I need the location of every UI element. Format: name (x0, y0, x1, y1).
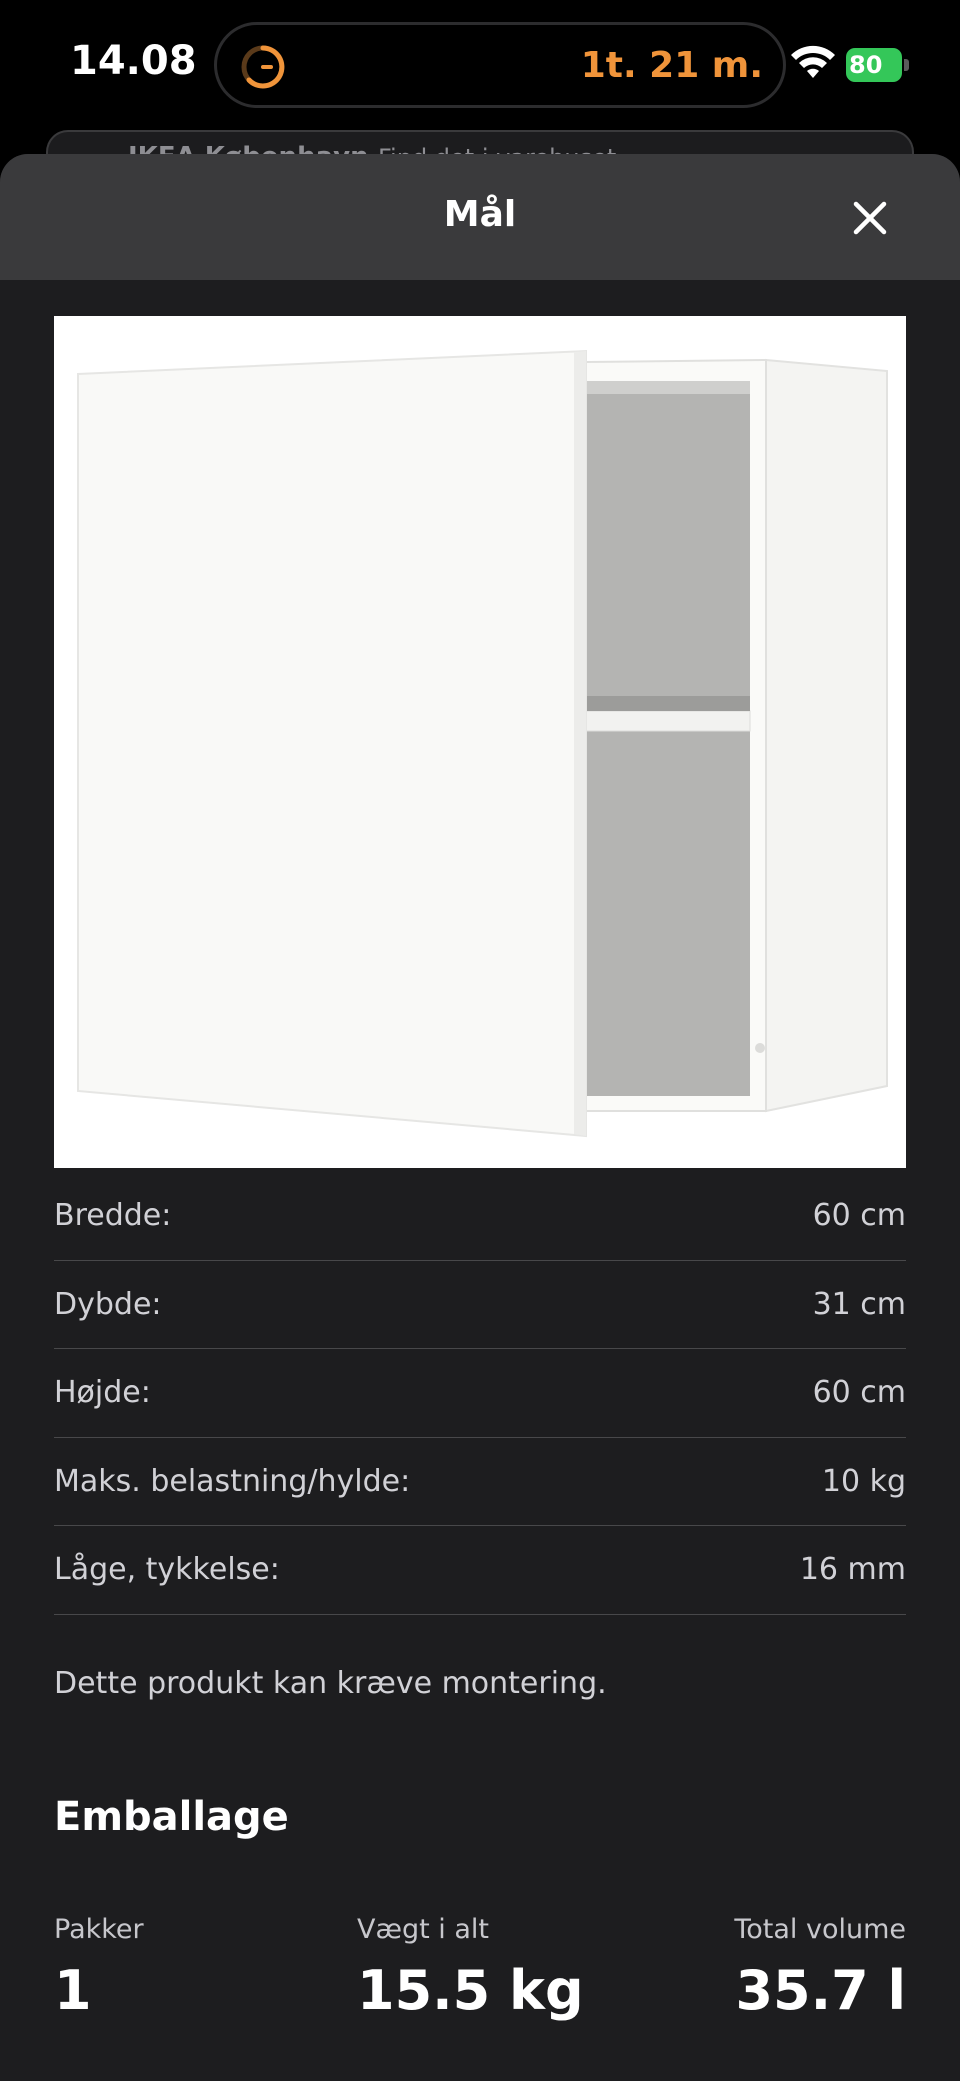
dimension-label: Maks. belastning/hylde: (54, 1463, 411, 1499)
packages-stat: Pakker 1 (54, 1914, 144, 2022)
cabinet-illustration (77, 349, 888, 1138)
weight-label: Vægt i alt (357, 1914, 490, 1945)
dimension-value: 60 cm (812, 1198, 906, 1233)
dimension-label: Højde: (54, 1375, 151, 1411)
status-time: 14.08 (70, 38, 197, 84)
weight-stat: Vægt i alt 15.5 kg (357, 1914, 584, 2022)
dimensions-sheet: Mål Bredde: 60 cm Dybde: 31 cm Højde: 60… (0, 154, 960, 2081)
volume-label: Total volume (734, 1914, 906, 1945)
packages-value: 1 (54, 1959, 92, 2022)
dimension-label: Bredde: (54, 1198, 172, 1233)
sheet-title: Mål (443, 194, 517, 235)
wifi-icon (791, 45, 835, 78)
dimension-label: Dybde: (54, 1286, 162, 1322)
close-icon[interactable] (844, 192, 896, 244)
dimension-row-door-thickness: Låge, tykkelse: 16 mm (54, 1526, 906, 1615)
dimension-value: 16 mm (799, 1552, 906, 1588)
dimension-value: 10 kg (821, 1463, 906, 1499)
dimension-row-max-load: Maks. belastning/hylde: 10 kg (54, 1438, 906, 1527)
assembly-note: Dette produkt kan kræve montering. (54, 1666, 607, 1701)
status-bar: 14.08 1t. 21 m. 80 (0, 0, 960, 130)
timer-remaining: 1t. 21 m. (580, 45, 763, 86)
dimension-label: Låge, tykkelse: (54, 1552, 280, 1588)
dimension-list: Bredde: 60 cm Dybde: 31 cm Højde: 60 cm … (54, 1172, 906, 1615)
dimension-value: 60 cm (812, 1375, 906, 1411)
dimension-row-depth: Dybde: 31 cm (54, 1261, 906, 1350)
battery-icon: 80 (846, 48, 909, 82)
dimension-value: 31 cm (812, 1286, 906, 1322)
sheet-header: Mål (0, 154, 960, 280)
dimension-row-width: Bredde: 60 cm (54, 1172, 906, 1261)
weight-value: 15.5 kg (357, 1959, 584, 2022)
volume-value: 35.7 l (735, 1959, 906, 2022)
dynamic-island[interactable]: 1t. 21 m. (214, 22, 786, 108)
volume-stat: Total volume 35.7 l (734, 1914, 906, 2022)
dimension-row-height: Højde: 60 cm (54, 1349, 906, 1438)
timer-icon (241, 45, 285, 89)
packaging-heading: Emballage (54, 1794, 289, 1840)
product-image (54, 316, 906, 1168)
packages-label: Pakker (54, 1914, 144, 1945)
battery-level: 80 (849, 51, 883, 79)
